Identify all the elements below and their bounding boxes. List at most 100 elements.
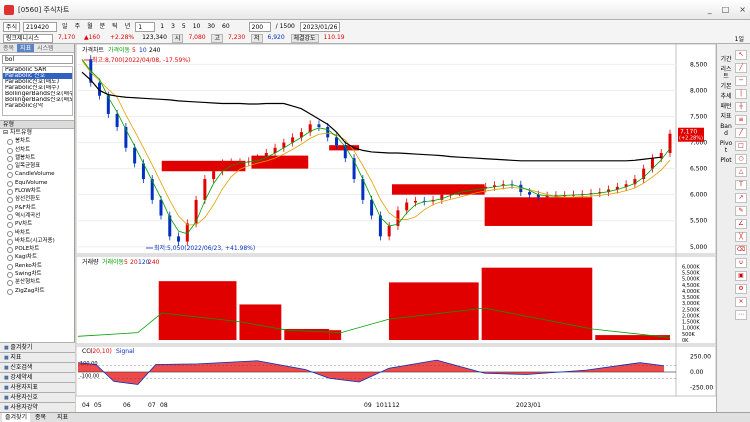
fibonacci-tool-icon[interactable]: ≡ bbox=[735, 115, 747, 125]
period-month-button[interactable]: 월 bbox=[85, 22, 95, 32]
x-tick-label: 07 bbox=[148, 402, 156, 409]
chart-type-option[interactable]: 바차트 bbox=[3, 229, 74, 237]
circle-tool-icon[interactable]: ○ bbox=[735, 154, 747, 164]
chart-type-option[interactable]: FLOW차트 bbox=[3, 187, 74, 196]
tab-indicators[interactable]: 지표 bbox=[17, 44, 35, 52]
chart-type-option[interactable]: 역시계곡선 bbox=[3, 212, 74, 221]
right-tab-label[interactable]: Pivot bbox=[719, 140, 733, 154]
tab-systems[interactable]: 시스템 bbox=[34, 44, 57, 52]
magnet-tool-icon[interactable]: ∪ bbox=[735, 258, 747, 268]
price-legend-title: 가격차트 bbox=[82, 46, 105, 54]
lock-tool-icon[interactable]: ▣ bbox=[735, 271, 747, 281]
chart-type-option[interactable]: 삼선전환도 bbox=[3, 195, 74, 204]
chart-type-option[interactable]: Renko차트 bbox=[3, 262, 74, 271]
period-tick-button[interactable]: 틱 bbox=[110, 22, 120, 32]
bottom-tab-favorites[interactable]: 즐겨찾기 bbox=[2, 413, 31, 422]
volume-legend-ma: 거래이동 bbox=[102, 258, 125, 266]
right-tab-label[interactable]: 추세 bbox=[719, 93, 733, 100]
chart-type-option[interactable]: 분산형차트 bbox=[3, 278, 74, 287]
x-tick-label: 06 bbox=[123, 402, 131, 409]
right-tab-label[interactable]: 지표 bbox=[719, 113, 733, 120]
right-tab-label[interactable]: Band bbox=[719, 123, 733, 137]
close-button[interactable]: × bbox=[739, 5, 746, 14]
pointer-tool-icon[interactable]: ↖ bbox=[735, 50, 747, 60]
candle-body bbox=[133, 147, 137, 164]
low-annotation: 최저:5,050(2022/06/23, +41.98%) bbox=[154, 244, 255, 252]
period-day-button[interactable]: 일 bbox=[60, 22, 70, 32]
tab-stocks[interactable]: 종목 bbox=[0, 44, 17, 52]
triangle-tool-icon[interactable]: △ bbox=[735, 167, 747, 177]
period-year-button[interactable]: 년 bbox=[123, 22, 133, 32]
chart-type-option[interactable]: Swing차트 bbox=[3, 270, 74, 279]
chart-type-option[interactable]: 선차트 bbox=[3, 146, 74, 154]
right-tab-label[interactable]: Plot bbox=[719, 157, 733, 164]
gann-tool-icon[interactable]: ╳ bbox=[735, 232, 747, 242]
type-section-header[interactable]: 유형 bbox=[0, 120, 74, 129]
panel-menu-item[interactable]: 즐겨찾기 bbox=[0, 342, 75, 352]
vertical-line-tool-icon[interactable]: │ bbox=[735, 89, 747, 99]
chart-type-option[interactable]: POLE차트 bbox=[3, 245, 74, 254]
interval-3-button[interactable]: 3 bbox=[169, 22, 177, 32]
change-percent: +2.28% bbox=[110, 33, 135, 41]
date-input[interactable]: 2023/01/26 bbox=[299, 21, 340, 32]
interval-60-button[interactable]: 60 bbox=[220, 22, 232, 32]
chart-canvas[interactable]: 8,5008,0007,5007,0006,5006,0005,5005,000… bbox=[75, 43, 717, 412]
panel-menu-item[interactable]: 사용자신호 bbox=[0, 392, 75, 402]
chart-type-option[interactable]: 봉차트 bbox=[3, 137, 74, 146]
period-week-button[interactable]: 주 bbox=[73, 22, 83, 32]
stock-code-input[interactable]: 219420 bbox=[23, 21, 58, 32]
price-legend-5: 5 bbox=[132, 47, 136, 54]
bottom-tab-stocks[interactable]: 종목 bbox=[32, 413, 49, 422]
panel-menu-item[interactable]: 지표 bbox=[0, 352, 75, 362]
right-tab-label[interactable]: 패턴 bbox=[719, 103, 733, 110]
eraser-tool-icon[interactable]: ⌫ bbox=[735, 245, 747, 255]
indicator-search-input[interactable]: bol bbox=[2, 55, 73, 64]
interval-30-button[interactable]: 30 bbox=[205, 22, 217, 32]
chart-type-option[interactable]: ZigZag차트 bbox=[3, 287, 74, 295]
chart-type-option[interactable]: 캘봉차트 bbox=[3, 154, 74, 163]
chart-type-option[interactable]: CandleVolume bbox=[3, 170, 74, 179]
channel-tool-icon[interactable]: ╱ bbox=[735, 128, 747, 138]
chart-type-option[interactable]: 바차트(시고저종) bbox=[3, 237, 74, 246]
maximize-button[interactable]: □ bbox=[722, 5, 730, 14]
arrow-tool-icon[interactable]: ↗ bbox=[735, 193, 747, 203]
cross-line-tool-icon[interactable]: ┼ bbox=[735, 102, 747, 112]
angle-tool-icon[interactable]: ∠ bbox=[735, 219, 747, 229]
count-select[interactable]: 200 bbox=[248, 21, 271, 32]
candle-body bbox=[370, 199, 374, 216]
interval-5-button[interactable]: 5 bbox=[180, 22, 188, 32]
more-tools-icon[interactable]: ⋯ bbox=[735, 310, 747, 320]
right-tab-label[interactable]: 기본 bbox=[719, 83, 733, 90]
right-tab-label[interactable]: 기간 bbox=[719, 56, 733, 63]
chart-type-option[interactable]: 일목균형표 bbox=[3, 162, 74, 171]
rectangle-tool-icon[interactable]: □ bbox=[735, 141, 747, 151]
volume-value: 123,340 bbox=[142, 33, 167, 41]
bottom-tab-indicators[interactable]: 지표 bbox=[54, 413, 71, 422]
trendline-tool-icon[interactable]: ╱ bbox=[735, 63, 747, 73]
pen-tool-icon[interactable]: ✎ bbox=[735, 206, 747, 216]
period-minute-button[interactable]: 분 bbox=[98, 22, 108, 32]
chart-type-option[interactable]: EquiVolume bbox=[3, 179, 74, 188]
text-tool-icon[interactable]: T bbox=[735, 180, 747, 190]
interval-select[interactable]: 1 bbox=[135, 21, 156, 32]
panel-menu-item[interactable]: 신호검색 bbox=[0, 362, 75, 372]
market-select[interactable]: 주식 bbox=[3, 21, 21, 32]
chart-area[interactable]: 8,500 8,000 7,500 7,000 6,500 6,000 5,500 5,000… bbox=[75, 43, 717, 412]
chart-type-option[interactable]: Kagi차트 bbox=[3, 253, 74, 262]
horizontal-line-tool-icon[interactable]: ─ bbox=[735, 76, 747, 86]
panel-menu-item[interactable]: 강세약세 bbox=[0, 372, 75, 382]
chart-type-option[interactable]: P&F차트 bbox=[3, 204, 74, 212]
volume-legend-240: 240 bbox=[148, 259, 160, 266]
panel-menu-item[interactable]: 사용자강약 bbox=[0, 402, 75, 412]
search-result-item[interactable]: Parabolic강약 bbox=[3, 103, 72, 109]
delete-tool-icon[interactable]: × bbox=[735, 297, 747, 307]
right-tab-label[interactable]: 리스트 bbox=[719, 66, 733, 80]
minimize-button[interactable]: _ bbox=[708, 5, 712, 14]
interval-10-button[interactable]: 10 bbox=[191, 22, 203, 32]
settings-tool-icon[interactable]: ⚙ bbox=[735, 284, 747, 294]
search-results-list: Parabolic SAR Parabolic 신호 Parabolic신호(매도)… bbox=[2, 66, 73, 116]
chart-type-option[interactable]: PV차트 bbox=[3, 220, 74, 229]
interval-1-button[interactable]: 1 bbox=[158, 22, 166, 32]
tree-root-chart-types[interactable]: ⊟ 차트유형 bbox=[3, 129, 74, 137]
panel-menu-item[interactable]: 사용자지표 bbox=[0, 382, 75, 392]
